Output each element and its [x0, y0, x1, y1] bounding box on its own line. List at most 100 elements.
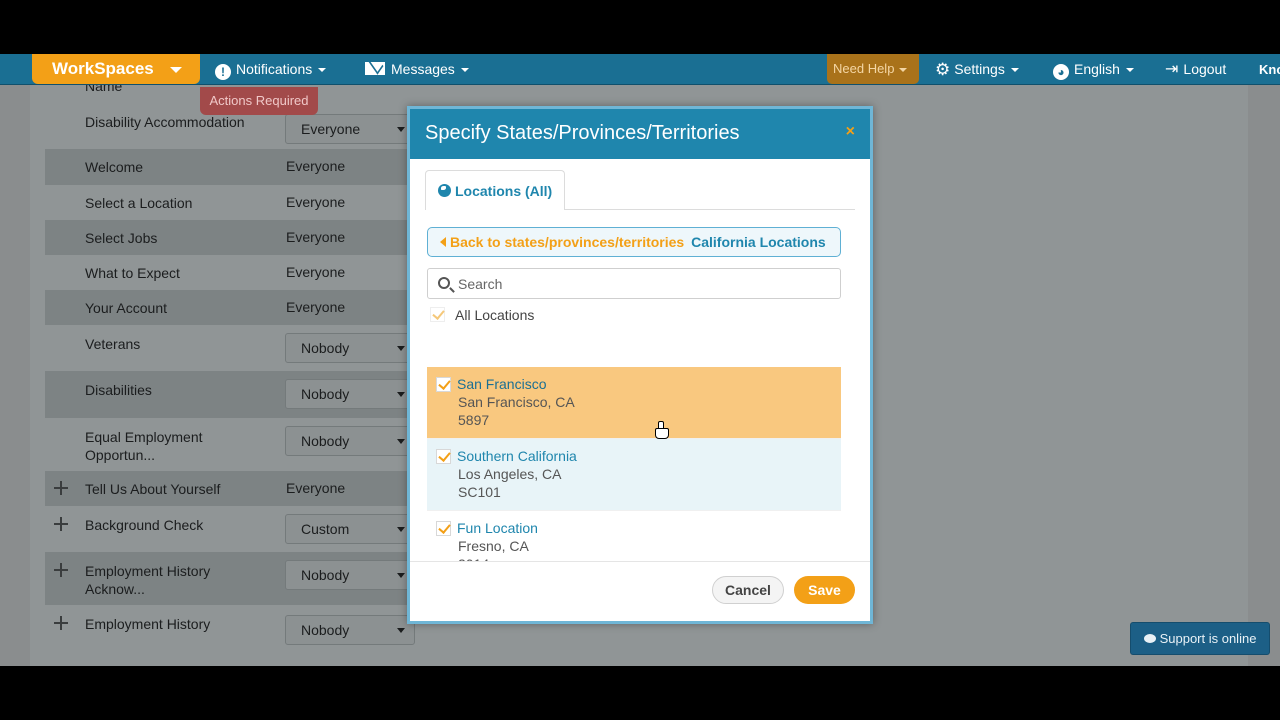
notifications-menu[interactable]: ! Notifications: [215, 54, 327, 85]
row-label: Employment History: [85, 616, 211, 632]
notifications-label: Notifications: [236, 61, 313, 77]
all-locations-option[interactable]: All Locations: [430, 307, 534, 327]
list-item[interactable]: Southern California Los Angeles, CA SC10…: [427, 439, 841, 511]
row-value: Everyone: [286, 158, 346, 174]
location-city: Los Angeles, CA: [458, 466, 562, 482]
current-state-label: California Locations: [691, 234, 826, 250]
search-box: [427, 268, 841, 299]
settings-row: Your Account Everyone: [45, 290, 422, 325]
support-chat-button[interactable]: Support is online: [1130, 622, 1270, 655]
messages-menu[interactable]: Messages: [365, 54, 469, 85]
search-input[interactable]: [458, 273, 828, 295]
close-icon[interactable]: ×: [846, 123, 855, 141]
location-checkbox[interactable]: [436, 377, 451, 392]
tab-locations-all[interactable]: Locations (All): [425, 170, 565, 210]
chevron-down-icon: [1125, 68, 1134, 73]
settings-row: Disabilities Nobody: [45, 371, 422, 418]
location-code: 5897: [458, 412, 490, 428]
select-value: Nobody: [301, 340, 350, 356]
envelope-icon: [365, 62, 385, 75]
visibility-select[interactable]: Nobody: [285, 379, 415, 409]
search-icon: [438, 277, 450, 289]
visibility-select[interactable]: Custom: [285, 514, 415, 544]
row-value: Everyone: [286, 299, 346, 315]
list-item[interactable]: San Francisco San Francisco, CA 5897: [427, 367, 841, 439]
language-menu[interactable]: ◕ English: [1053, 54, 1134, 85]
select-value: Everyone: [301, 121, 361, 137]
row-label: Disability Accommodation: [85, 114, 245, 130]
drag-handle-icon[interactable]: [53, 480, 69, 496]
chevron-down-icon: [460, 68, 469, 73]
chevron-down-icon: [397, 527, 405, 532]
settings-row: Tell Us About Yourself Everyone: [45, 471, 422, 506]
modal-header: Specify States/Provinces/Territories ×: [410, 109, 870, 159]
alert-icon: !: [215, 64, 231, 80]
letterbox-top: [0, 0, 1280, 54]
location-city: Fresno, CA: [458, 538, 529, 554]
settings-row: Background Check Custom: [45, 506, 422, 552]
settings-row: Welcome Everyone: [45, 149, 422, 185]
chevron-down-icon: [170, 67, 182, 73]
select-value: Nobody: [301, 567, 350, 583]
drag-handle-icon[interactable]: [53, 615, 69, 631]
gear-icon: ⚙: [935, 60, 951, 79]
location-city: San Francisco, CA: [458, 394, 575, 410]
row-label: Welcome: [85, 159, 144, 175]
row-label: What to Expect: [85, 265, 180, 281]
location-code: SC101: [458, 484, 501, 500]
location-name: Fun Location: [457, 520, 538, 536]
letterbox-bottom: [0, 666, 1280, 720]
back-to-states-link[interactable]: Back to states/provinces/territories: [440, 234, 684, 250]
cancel-button[interactable]: Cancel: [712, 576, 784, 604]
chevron-down-icon: [397, 628, 405, 633]
settings-menu[interactable]: ⚙ Settings: [935, 54, 1019, 85]
settings-row: Equal Employment Opportun... Nobody: [45, 418, 422, 471]
visibility-select[interactable]: Nobody: [285, 615, 415, 645]
need-help-label: Need Help: [833, 61, 895, 76]
breadcrumb: Back to states/provinces/territories Cal…: [427, 227, 841, 257]
settings-row: Select a Location Everyone: [45, 185, 422, 220]
list-item[interactable]: Fun Location Fresno, CA 2014: [427, 511, 841, 562]
actions-required-badge[interactable]: Actions Required: [200, 87, 318, 115]
workspaces-menu[interactable]: WorkSpaces: [32, 54, 200, 84]
language-label: English: [1074, 61, 1120, 77]
logout-link[interactable]: ⇥ Logout: [1165, 54, 1226, 85]
chevron-down-icon: [397, 439, 405, 444]
visibility-select[interactable]: Nobody: [285, 426, 415, 456]
visibility-select[interactable]: Nobody: [285, 560, 415, 590]
row-label: Veterans: [85, 336, 141, 352]
save-button[interactable]: Save: [794, 576, 855, 604]
locations-list: San Francisco San Francisco, CA 5897 Sou…: [427, 367, 841, 562]
all-locations-label: All Locations: [455, 307, 535, 323]
messages-label: Messages: [391, 61, 455, 77]
location-checkbox[interactable]: [436, 449, 451, 464]
top-navbar: WorkSpaces ! Notifications Messages Need …: [0, 54, 1280, 85]
modal-title: Specify States/Provinces/Territories: [425, 122, 740, 144]
row-label: Background Check: [85, 517, 204, 533]
row-value: Everyone: [286, 264, 346, 280]
location-checkbox[interactable]: [436, 521, 451, 536]
visibility-select[interactable]: Nobody: [285, 333, 415, 363]
select-value: Nobody: [301, 622, 350, 638]
knowledge-link[interactable]: Kno: [1259, 54, 1280, 85]
row-label: Disabilities: [85, 382, 152, 398]
logout-icon: ⇥: [1165, 61, 1179, 78]
visibility-select[interactable]: Everyone: [285, 114, 415, 144]
chevron-down-icon: [899, 67, 908, 72]
chat-bubble-icon: [1143, 634, 1156, 643]
select-value: Nobody: [301, 386, 350, 402]
row-label: Tell Us About Yourself: [85, 481, 221, 497]
row-label: Select Jobs: [85, 230, 158, 246]
settings-row: Select Jobs Everyone: [45, 220, 422, 255]
row-value: Everyone: [286, 480, 346, 496]
support-label: Support is online: [1159, 631, 1257, 646]
specify-locations-modal: Specify States/Provinces/Territories × L…: [407, 106, 873, 624]
brand-label: WorkSpaces: [52, 59, 154, 78]
all-locations-checkbox[interactable]: [430, 307, 445, 322]
settings-row: What to Expect Everyone: [45, 255, 422, 290]
tab-divider: [565, 209, 855, 210]
drag-handle-icon[interactable]: [53, 562, 69, 578]
drag-handle-icon[interactable]: [53, 516, 69, 532]
tab-label: Locations (All): [455, 183, 553, 199]
need-help-menu[interactable]: Need Help: [827, 54, 919, 84]
